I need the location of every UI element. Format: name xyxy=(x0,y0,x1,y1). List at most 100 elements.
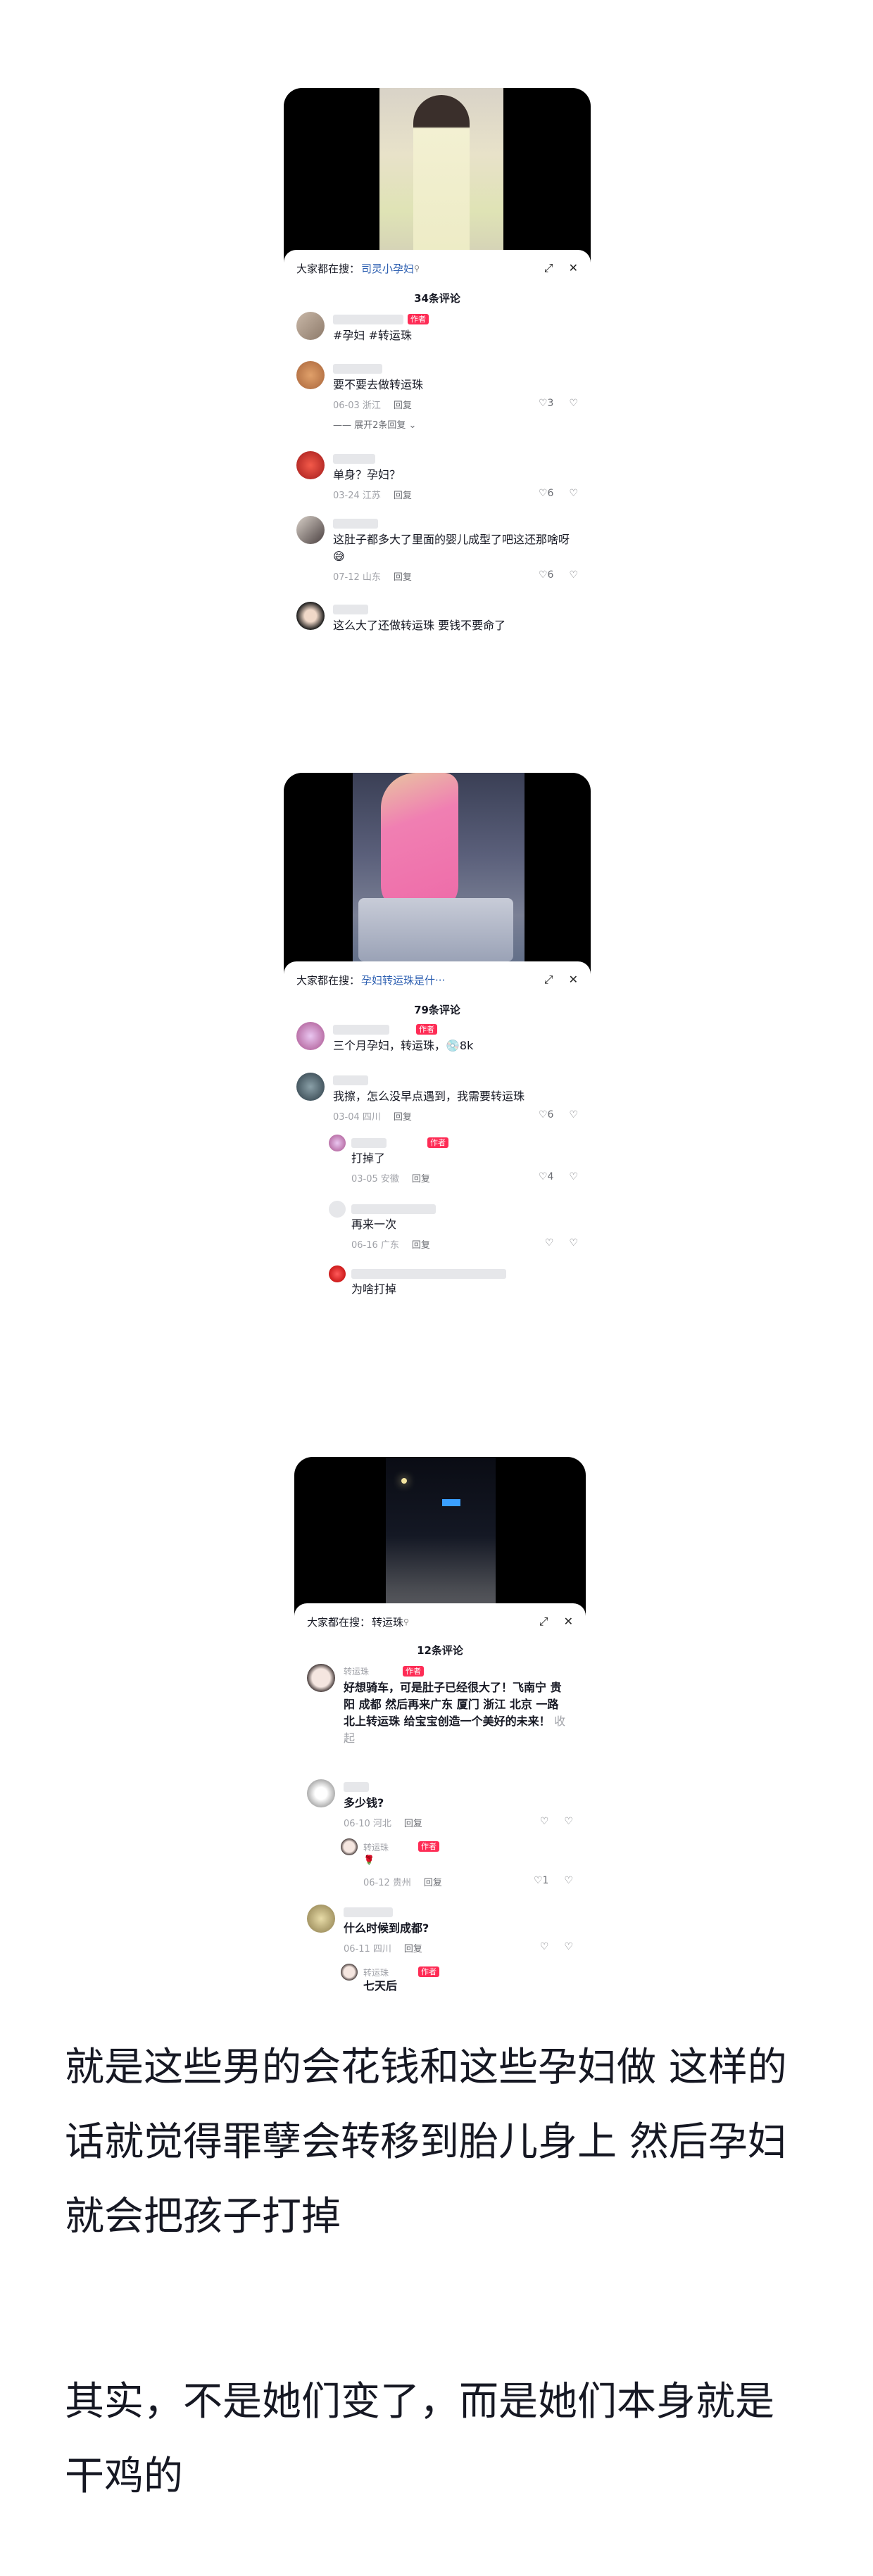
reply-item: 作者 打掉了 03-05 安徽 回复 ♡4 ♡ xyxy=(329,1135,578,1191)
dislike-icon[interactable]: ♡ xyxy=(564,1816,573,1827)
expand-replies[interactable]: —— 展开2条回复 ⌄ xyxy=(333,417,416,431)
username-redacted xyxy=(333,519,378,529)
reply-item: 转运珠 作者 七天后 xyxy=(341,1964,573,2006)
author-badge: 作者 xyxy=(418,1966,439,1977)
username-redacted xyxy=(333,454,375,464)
comment-meta: 06-12 贵州 回复 xyxy=(363,1875,442,1888)
search-query[interactable]: 司灵小孕妇 xyxy=(361,261,414,276)
reply-button[interactable]: 回复 xyxy=(394,1112,412,1123)
avatar[interactable] xyxy=(296,1022,325,1050)
comment-item: 我擦，怎么没早点遇到，我需要转运珠 03-04 四川 回复 ♡6 ♡ xyxy=(296,1073,578,1129)
date-location: 06-16 广东 xyxy=(351,1240,399,1251)
avatar[interactable] xyxy=(296,1073,325,1101)
reply-button[interactable]: 回复 xyxy=(394,491,412,501)
author-badge: 作者 xyxy=(418,1841,439,1852)
article-paragraph-1: 就是这些男的会花钱和这些孕妇做 这样的话就觉得罪孽会转移到胎儿身上 然后孕妇就会… xyxy=(65,2045,787,2240)
comment-meta: 06-03 浙江 回复 xyxy=(333,398,412,411)
search-suggest-bar[interactable]: 大家都在搜： 转运珠 ⚲ ⤢ ✕ xyxy=(294,1608,586,1636)
dislike-icon[interactable]: ♡ xyxy=(564,1941,573,1952)
video-player[interactable] xyxy=(284,773,591,977)
dislike-icon[interactable]: ♡ xyxy=(569,1237,578,1249)
like-button[interactable]: ♡ xyxy=(540,1816,549,1827)
dislike-icon[interactable]: ♡ xyxy=(564,1875,573,1886)
like-button[interactable]: ♡6 xyxy=(539,488,553,499)
close-icon[interactable]: ✕ xyxy=(564,1615,573,1629)
comment-text: 这么大了还做转运珠 要钱不要命了 xyxy=(333,619,506,632)
like-count: 6 xyxy=(547,569,554,581)
dislike-icon[interactable]: ♡ xyxy=(569,1109,578,1120)
search-label: 大家都在搜： xyxy=(296,262,360,275)
comment-text: 这肚子都多大了里面的婴儿成型了吧这还那啥呀😅 xyxy=(333,533,570,563)
avatar[interactable] xyxy=(329,1135,346,1151)
street-light xyxy=(401,1478,407,1484)
avatar[interactable] xyxy=(307,1664,335,1692)
avatar[interactable] xyxy=(296,451,325,479)
comment-item: 作者 三个月孕妇，转运珠，💿8k xyxy=(296,1022,578,1061)
like-button[interactable]: ♡1 xyxy=(534,1875,548,1886)
username-redacted xyxy=(344,1907,393,1917)
avatar[interactable] xyxy=(307,1905,335,1933)
dislike-icon[interactable]: ♡ xyxy=(569,488,578,499)
avatar[interactable] xyxy=(296,361,325,389)
avatar[interactable] xyxy=(296,602,325,630)
like-button[interactable]: ♡ xyxy=(540,1941,549,1952)
comment-text: 要不要去做转运珠 xyxy=(333,378,424,391)
blue-sign xyxy=(442,1499,460,1506)
expand-icon[interactable]: ⤢ xyxy=(544,973,553,987)
like-button[interactable]: ♡3 xyxy=(539,398,553,409)
comment-actions: ♡ ♡ xyxy=(540,1816,573,1827)
like-count: 6 xyxy=(547,1109,554,1120)
like-button[interactable]: ♡6 xyxy=(539,569,553,581)
search-label: 大家都在搜： xyxy=(296,973,360,987)
comment-item: 转运珠 作者 好想骑车，可是肚子已经很大了！飞南宁 贵阳 成都 然后再来广东 厦… xyxy=(307,1664,573,1762)
comment-text: 再来一次 xyxy=(351,1218,397,1231)
search-query[interactable]: 孕妇转运珠是什··· xyxy=(361,973,445,987)
comment-text: 🌹 xyxy=(363,1855,375,1866)
reply-button[interactable]: 回复 xyxy=(394,400,412,411)
reply-button[interactable]: 回复 xyxy=(424,1878,442,1888)
reply-button[interactable]: 回复 xyxy=(412,1240,430,1251)
comment-text: 什么时候到成都? xyxy=(344,1921,429,1935)
dislike-icon[interactable]: ♡ xyxy=(569,1171,578,1182)
date-location: 06-11 四川 xyxy=(344,1944,391,1955)
reply-button[interactable]: 回复 xyxy=(394,572,412,583)
reply-button[interactable]: 回复 xyxy=(404,1944,422,1955)
comment-text: 多少钱? xyxy=(344,1796,384,1810)
comment-item: 这么大了还做转运珠 要钱不要命了 xyxy=(296,602,578,644)
date-location: 03-05 安徽 xyxy=(351,1174,399,1185)
date-location: 06-03 浙江 xyxy=(333,400,381,411)
avatar[interactable] xyxy=(329,1201,346,1218)
comment-text: #孕妇 #转运珠 xyxy=(333,329,412,342)
reply-button[interactable]: 回复 xyxy=(404,1819,422,1829)
comment-count: 12条评论 xyxy=(417,1644,463,1657)
like-button[interactable]: ♡ xyxy=(545,1237,554,1249)
avatar[interactable] xyxy=(296,312,325,340)
close-icon[interactable]: ✕ xyxy=(569,261,578,275)
avatar[interactable] xyxy=(296,516,325,544)
comment-actions: ♡1 ♡ xyxy=(534,1875,573,1886)
close-icon[interactable]: ✕ xyxy=(569,973,578,987)
like-button[interactable]: ♡6 xyxy=(539,1109,553,1120)
username-redacted xyxy=(351,1204,436,1214)
username-label: 转运珠 xyxy=(363,1843,389,1852)
date-location: 06-12 贵州 xyxy=(363,1878,411,1888)
reply-button[interactable]: 回复 xyxy=(412,1174,430,1185)
reply-item: 为啥打掉 xyxy=(329,1265,578,1308)
like-button[interactable]: ♡4 xyxy=(539,1171,553,1182)
dislike-icon[interactable]: ♡ xyxy=(569,398,578,409)
search-icon: ⚲ xyxy=(403,1617,410,1627)
search-suggest-bar[interactable]: 大家都在搜： 司灵小孕妇 ⚲ ⤢ ✕ xyxy=(284,254,591,282)
avatar[interactable] xyxy=(341,1964,358,1981)
search-suggest-bar[interactable]: 大家都在搜： 孕妇转运珠是什··· ⤢ ✕ xyxy=(284,966,591,994)
avatar[interactable] xyxy=(307,1779,335,1807)
expand-icon[interactable]: ⤢ xyxy=(539,1615,548,1629)
search-query[interactable]: 转运珠 xyxy=(372,1615,403,1629)
video-frame xyxy=(353,773,525,977)
reply-item: 转运珠 作者 🌹 06-12 贵州 回复 ♡1 ♡ xyxy=(341,1838,573,1895)
avatar[interactable] xyxy=(329,1265,346,1282)
username-redacted xyxy=(333,1025,389,1035)
avatar[interactable] xyxy=(341,1838,358,1855)
expand-icon[interactable]: ⤢ xyxy=(544,261,553,275)
comment-meta: 06-10 河北 回复 xyxy=(344,1816,422,1829)
dislike-icon[interactable]: ♡ xyxy=(569,569,578,581)
